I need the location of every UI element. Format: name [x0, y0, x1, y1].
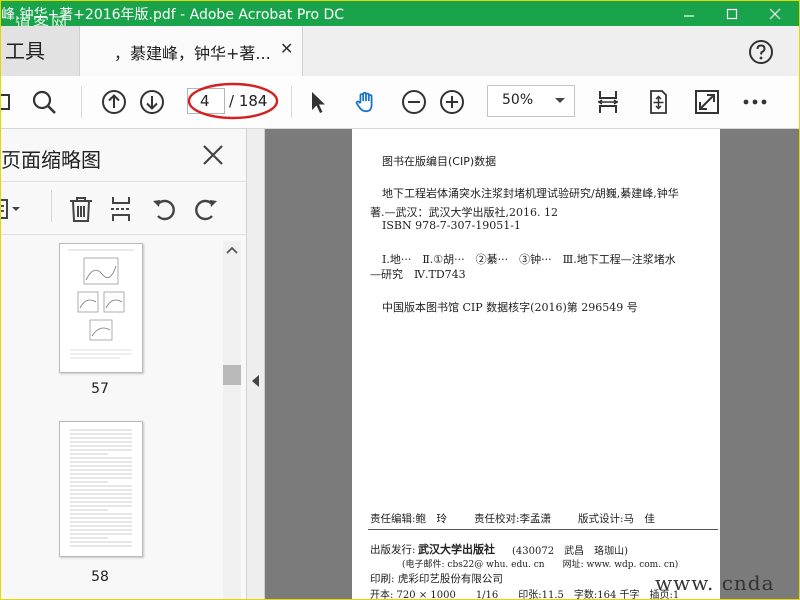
- publisher-address: (430072 武昌 珞珈山): [512, 546, 628, 557]
- library-record: 中国版本图书馆 CIP 数据核字(2016)第 296549 号: [382, 301, 638, 314]
- panel-close-icon[interactable]: [201, 143, 225, 171]
- page-number-input[interactable]: 4: [187, 88, 225, 114]
- next-page-button[interactable]: [139, 89, 165, 115]
- thumbnail-options-button[interactable]: [1, 195, 21, 223]
- tab-row: 工具 ，綦建峰，钟华+著... ✕: [1, 26, 799, 77]
- minus-circle-icon: [402, 90, 426, 114]
- designer-credit: 版式设计:马 佳: [578, 513, 656, 525]
- maximize-button[interactable]: [712, 1, 752, 26]
- site-watermark: www. cnda: [655, 571, 775, 595]
- select-tool-button[interactable]: [305, 89, 331, 115]
- hand-icon: [355, 91, 373, 113]
- plus-circle-icon: [440, 90, 464, 114]
- toolbar-separator: [51, 190, 52, 222]
- more-dots-icon: [743, 99, 767, 105]
- options-menu-icon: [1, 199, 20, 219]
- printer-line: 印刷: 虎彩印艺股份有限公司: [370, 573, 503, 585]
- extract-page-button[interactable]: [107, 195, 135, 223]
- more-options-button[interactable]: [742, 89, 768, 115]
- close-icon: [769, 8, 781, 19]
- print-button[interactable]: [1, 89, 13, 115]
- tab-tools[interactable]: 工具: [1, 26, 79, 76]
- zoom-value: 50%: [502, 92, 534, 108]
- page-total: / 184: [229, 92, 268, 110]
- classification-line-1: Ⅰ.地··· Ⅱ.①胡··· ②綦··· ③钟··· Ⅲ.地下工程—注浆堵水: [382, 253, 676, 266]
- hand-tool-button[interactable]: [353, 89, 379, 115]
- publisher-label: 出版发行:: [370, 544, 416, 556]
- isbn-line: ISBN 978-7-307-19051-1: [382, 219, 521, 232]
- scrollbar-thumb[interactable]: [223, 365, 241, 385]
- chevron-up-icon[interactable]: [225, 245, 239, 255]
- search-button[interactable]: [31, 89, 57, 115]
- thumbnail-preview: [70, 429, 132, 547]
- thumbnail-page-label: 57: [91, 381, 109, 397]
- minimize-icon: [684, 14, 694, 17]
- trash-icon: [70, 197, 92, 222]
- expand-icon: [695, 90, 719, 114]
- fit-page-button[interactable]: [645, 89, 671, 115]
- proofreader-credit: 责任校对:李孟潇: [474, 513, 552, 525]
- zoom-select[interactable]: 50%: [487, 85, 575, 117]
- panel-title: 页面缩略图: [1, 148, 101, 172]
- print-icon: [1, 94, 10, 110]
- document-tab-label: ，綦建峰，钟华+著...: [114, 44, 271, 63]
- zoom-out-button[interactable]: [401, 89, 427, 115]
- search-icon: [32, 90, 56, 114]
- publisher-name: 武汉大学出版社: [418, 543, 495, 556]
- page-scroll-icon: [597, 91, 619, 113]
- tab-document[interactable]: ，綦建峰，钟华+著... ✕: [79, 26, 303, 77]
- page-thumbnail[interactable]: [59, 421, 143, 557]
- pdf-page: 图书在版编目(CIP)数据 地下工程岩体涌突水注浆封堵机理试验研究/胡巍,綦建峰…: [352, 129, 720, 600]
- minimize-button[interactable]: [669, 1, 709, 26]
- classification-line-2: —研究 Ⅳ.TD743: [370, 268, 466, 281]
- acrobat-window: 峰,钟华+著+2016年版.pdf - Adobe Acrobat Pro DC…: [0, 0, 800, 600]
- delete-page-button[interactable]: [67, 195, 95, 223]
- rotate-left-button[interactable]: [151, 195, 179, 223]
- cip-heading: 图书在版编目(CIP)数据: [382, 155, 497, 168]
- panel-splitter[interactable]: [247, 129, 265, 599]
- cip-line-1: 地下工程岩体涌突水注浆封堵机理试验研究/胡巍,綦建峰,钟华: [382, 187, 679, 200]
- thumbnails-scrollbar[interactable]: [223, 241, 241, 599]
- page-thumbnails-panel: 页面缩略图 57 58: [1, 129, 247, 599]
- thumbnail-page-label: 58: [91, 569, 109, 585]
- arrow-up-circle-icon: [102, 90, 126, 114]
- rotate-left-icon: [153, 199, 175, 221]
- page-split-icon: [111, 197, 131, 221]
- maximize-icon: [726, 8, 738, 19]
- cursor-arrow-icon: [312, 92, 325, 113]
- close-window-button[interactable]: [755, 1, 795, 26]
- document-view[interactable]: 图书在版编目(CIP)数据 地下工程岩体涌突水注浆封堵机理试验研究/胡巍,綦建峰…: [265, 129, 799, 600]
- panel-toolbar: [1, 181, 246, 235]
- cip-line-2: 著.—武汉：武汉大学出版社,2016. 12: [370, 206, 558, 219]
- editor-credit: 责任编辑:鲍 玲: [370, 513, 448, 525]
- arrow-down-circle-icon: [140, 90, 164, 114]
- toolbar: 4 / 184 50%: [1, 76, 799, 129]
- thumbnail-preview: [68, 249, 134, 359]
- divider: [368, 529, 718, 530]
- fit-page-icon: [650, 90, 667, 114]
- chevron-down-icon: [555, 98, 565, 103]
- tab-close-icon[interactable]: ✕: [280, 39, 293, 58]
- format-line: 开本: 720 × 1000 1/16 印张:11.5 字数:164 千字 插页…: [370, 590, 680, 600]
- scrolling-mode-button[interactable]: [595, 89, 621, 115]
- zoom-in-button[interactable]: [439, 89, 465, 115]
- rotate-right-button[interactable]: [191, 195, 219, 223]
- previous-page-button[interactable]: [101, 89, 127, 115]
- page-thumbnail[interactable]: [59, 243, 143, 373]
- full-screen-button[interactable]: [694, 89, 720, 115]
- toolbar-separator: [81, 86, 82, 118]
- title-bar: 峰,钟华+著+2016年版.pdf - Adobe Acrobat Pro DC…: [1, 1, 799, 33]
- rotate-right-icon: [195, 199, 217, 221]
- help-icon[interactable]: [748, 39, 774, 69]
- collapse-arrow-icon[interactable]: [252, 375, 260, 387]
- thumbnails-list: 57 58: [1, 241, 223, 599]
- publisher-contact: (电子邮件: cbs22@ whu. edu. cn 网址: www. wdp.…: [402, 560, 679, 570]
- toolbar-separator: [291, 86, 292, 118]
